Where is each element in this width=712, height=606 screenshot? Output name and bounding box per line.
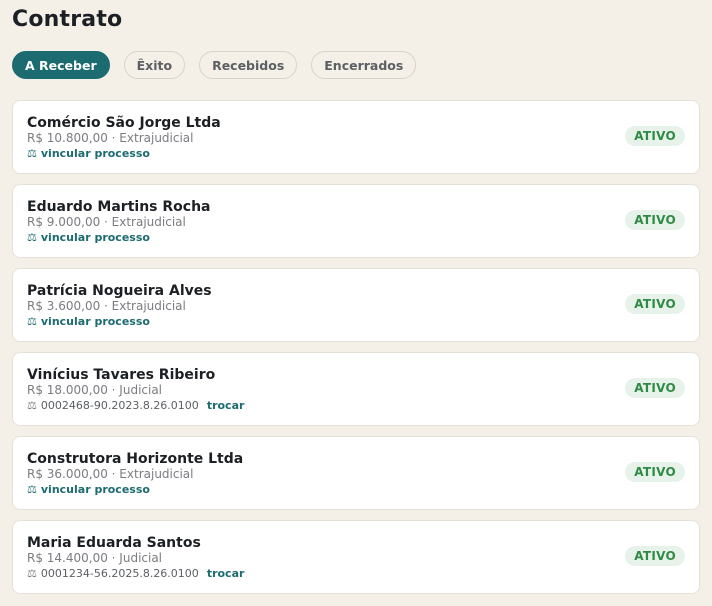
status-badge: ATIVO [625,546,685,566]
link-process-button[interactable]: ⚖ vincular processo [27,146,685,161]
page-title: Contrato [12,7,123,32]
contract-meta: R$ 36.000,00 · Extrajudicial [27,467,194,481]
link-process-label: vincular processo [40,483,150,496]
link-process-button[interactable]: ⚖ vincular processo [27,230,685,245]
contract-meta: R$ 14.400,00 · Judicial [27,551,163,565]
link-process-label: vincular processo [40,231,150,244]
tab-exito[interactable]: Êxito [123,51,186,79]
scale-icon: ⚖ [27,315,37,328]
contract-name: Construtora Horizonte Ltda [27,451,244,467]
contract-card[interactable]: Comércio São Jorge Ltda R$ 10.800,00 · E… [12,100,700,174]
process-number: 0001234-56.2025.8.26.0100 [40,567,199,580]
process-number-row: ⚖ 0002468-90.2023.8.26.0100 trocar [27,398,685,413]
link-process-label: vincular processo [40,147,150,160]
swap-process-button[interactable]: trocar [207,398,245,413]
process-number-row: ⚖ 0001234-56.2025.8.26.0100 trocar [27,566,685,581]
link-process-button[interactable]: ⚖ vincular processo [27,314,685,329]
swap-process-button[interactable]: trocar [207,566,245,581]
tab-a-receber[interactable]: A Receber [12,51,110,79]
status-badge: ATIVO [625,462,685,482]
link-process-button[interactable]: ⚖ vincular processo [27,482,685,497]
status-badge: ATIVO [625,210,685,230]
page: Contrato A Receber Êxito Recebidos Encer… [0,0,712,594]
contract-list: Comércio São Jorge Ltda R$ 10.800,00 · E… [12,100,700,594]
contract-card[interactable]: Vinícius Tavares Ribeiro R$ 18.000,00 · … [12,352,700,426]
scale-icon: ⚖ [27,231,37,244]
contract-meta: R$ 3.600,00 · Extrajudicial [27,299,186,313]
filter-tabs: A Receber Êxito Recebidos Encerrados [12,51,700,79]
contract-card[interactable]: Eduardo Martins Rocha R$ 9.000,00 · Extr… [12,184,700,258]
status-badge: ATIVO [625,378,685,398]
contract-card[interactable]: Maria Eduarda Santos R$ 14.400,00 · Judi… [12,520,700,594]
contract-name: Patrícia Nogueira Alves [27,283,212,299]
contract-meta: R$ 9.000,00 · Extrajudicial [27,215,186,229]
process-number: 0002468-90.2023.8.26.0100 [40,399,199,412]
tab-encerrados[interactable]: Encerrados [311,51,417,79]
contract-name: Maria Eduarda Santos [27,535,201,551]
tab-recebidos[interactable]: Recebidos [199,51,298,79]
scale-icon: ⚖ [27,483,37,496]
link-process-label: vincular processo [40,315,150,328]
contract-meta: R$ 18.000,00 · Judicial [27,383,163,397]
contract-card[interactable]: Patrícia Nogueira Alves R$ 3.600,00 · Ex… [12,268,700,342]
scale-icon: ⚖ [27,567,37,580]
scale-icon: ⚖ [27,399,37,412]
contract-name: Vinícius Tavares Ribeiro [27,367,216,383]
contract-name: Eduardo Martins Rocha [27,199,211,215]
contract-meta: R$ 10.800,00 · Extrajudicial [27,131,194,145]
contract-name: Comércio São Jorge Ltda [27,115,221,131]
status-badge: ATIVO [625,294,685,314]
scale-icon: ⚖ [27,147,37,160]
status-badge: ATIVO [625,126,685,146]
contract-card[interactable]: Construtora Horizonte Ltda R$ 36.000,00 … [12,436,700,510]
